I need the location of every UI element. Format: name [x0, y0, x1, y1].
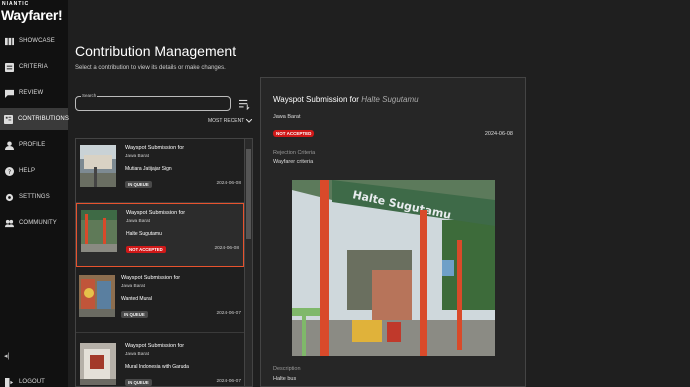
- detail-title-name: Halte Sugutamu: [361, 95, 419, 104]
- gear-icon: [4, 192, 14, 202]
- review-icon: [4, 88, 14, 98]
- card-region: Jawa Barat: [125, 352, 149, 357]
- nav-item-criteria[interactable]: CRITERIA: [0, 56, 68, 78]
- contribution-thumbnail: [81, 210, 117, 252]
- criteria-icon: [4, 62, 14, 72]
- filter-icon[interactable]: [239, 97, 250, 111]
- card-date: 2024-06-08: [216, 181, 241, 186]
- sort-dropdown[interactable]: MOST RECENT: [208, 118, 253, 124]
- scroll-thumb[interactable]: [246, 149, 251, 239]
- community-icon: [4, 218, 14, 228]
- detail-date: 2024-06-08: [484, 131, 513, 137]
- nav-item-review[interactable]: REVIEW: [0, 82, 68, 104]
- card-region: Jawa Barat: [125, 154, 149, 159]
- contributions-icon: [4, 114, 13, 124]
- card-region: Jawa Barat: [121, 284, 145, 289]
- person-icon: [4, 140, 14, 150]
- rejection-criteria-value: Wayfarer criteria: [273, 159, 314, 165]
- card-date: 2024-06-07: [216, 311, 241, 316]
- card-date: 2024-06-08: [214, 246, 239, 251]
- description-label: Description: [273, 366, 301, 372]
- page-subtitle: Select a contribution to view its detail…: [75, 65, 226, 71]
- collapse-sidebar-icon[interactable]: ◂|: [4, 352, 9, 360]
- nav-label-logout: LOGOUT: [19, 379, 45, 385]
- nav-label-profile: PROFILE: [19, 142, 46, 148]
- list-item[interactable]: Wayspot Submission for Jawa Barat Wanted…: [76, 269, 245, 333]
- showcase-icon: [4, 36, 14, 46]
- nav-item-profile[interactable]: PROFILE: [0, 134, 68, 156]
- card-title: Wayspot Submission for: [125, 343, 185, 349]
- nav-item-logout[interactable]: LOGOUT: [0, 371, 68, 387]
- status-badge: IN QUEUE: [121, 311, 148, 318]
- list-item-selected[interactable]: Wayspot Submission for Jawa Barat Halte …: [76, 203, 244, 267]
- sidebar: NIANTIC Wayfarer! SHOWCASE CRITERIA REVI…: [0, 0, 69, 387]
- nav-label-settings: SETTINGS: [19, 194, 50, 200]
- contribution-thumbnail: [79, 275, 115, 317]
- detail-region: Jawa Barat: [273, 114, 301, 120]
- contribution-thumbnail: [80, 343, 116, 385]
- card-title: Wayspot Submission for: [126, 210, 186, 216]
- svg-text:?: ?: [7, 169, 10, 176]
- detail-title: Wayspot Submission for Halte Sugutamu: [273, 95, 419, 104]
- nav-label-help: HELP: [19, 168, 36, 174]
- contribution-list[interactable]: Wayspot Submission for Jawa Barat Mutiar…: [75, 138, 253, 387]
- list-scrollbar[interactable]: [244, 139, 252, 386]
- list-item[interactable]: Wayspot Submission for Jawa Barat Mural …: [76, 337, 245, 386]
- help-icon: ?: [4, 166, 14, 176]
- nav-item-contributions[interactable]: CONTRIBUTIONS: [0, 108, 69, 130]
- submission-photo[interactable]: Halte Sugutamu: [292, 180, 495, 356]
- card-name: Wanted Mural: [121, 296, 152, 302]
- nav-label-criteria: CRITERIA: [19, 64, 48, 70]
- wayfarer-logo[interactable]: Wayfarer!: [1, 7, 63, 23]
- search-input[interactable]: Search: [75, 93, 231, 111]
- rejection-criteria-label: Rejection Criteria: [273, 150, 316, 156]
- chevron-down-icon: [246, 119, 253, 123]
- card-name: Mutiara Jatijajar Sign: [125, 166, 172, 172]
- contribution-thumbnail: [80, 145, 116, 187]
- status-badge: NOT ACCEPTED: [126, 246, 166, 253]
- card-title: Wayspot Submission for: [121, 275, 181, 281]
- list-item[interactable]: Wayspot Submission for Jawa Barat Mutiar…: [76, 139, 245, 203]
- nav-label-review: REVIEW: [19, 90, 44, 96]
- card-title: Wayspot Submission for: [125, 145, 185, 151]
- nav-label-showcase: SHOWCASE: [19, 38, 55, 44]
- sort-label: MOST RECENT: [208, 118, 245, 124]
- nav-item-showcase[interactable]: SHOWCASE: [0, 30, 68, 52]
- card-name: Mural Indonesia with Garuda: [125, 364, 189, 370]
- card-name: Halte Sugutamu: [126, 231, 162, 237]
- card-date: 2024-06-07: [216, 379, 241, 384]
- search-label: Search: [81, 93, 98, 98]
- nav-item-help[interactable]: ? HELP: [0, 160, 68, 182]
- page-title: Contribution Management: [75, 43, 237, 59]
- card-region: Jawa Barat: [126, 219, 150, 224]
- nav-item-community[interactable]: COMMUNITY: [0, 212, 68, 234]
- logout-icon: [4, 377, 14, 387]
- nav-label-community: COMMUNITY: [19, 220, 57, 226]
- contribution-detail-panel: Wayspot Submission for Halte Sugutamu Ja…: [260, 77, 526, 387]
- description-value: Halte bus: [273, 376, 297, 382]
- nav-label-contributions: CONTRIBUTIONS: [18, 116, 69, 122]
- detail-title-prefix: Wayspot Submission for: [273, 95, 359, 104]
- status-badge: IN QUEUE: [125, 379, 152, 386]
- detail-status-badge: NOT ACCEPTED: [273, 130, 315, 137]
- status-badge: IN QUEUE: [125, 181, 152, 188]
- nav-item-settings[interactable]: SETTINGS: [0, 186, 68, 208]
